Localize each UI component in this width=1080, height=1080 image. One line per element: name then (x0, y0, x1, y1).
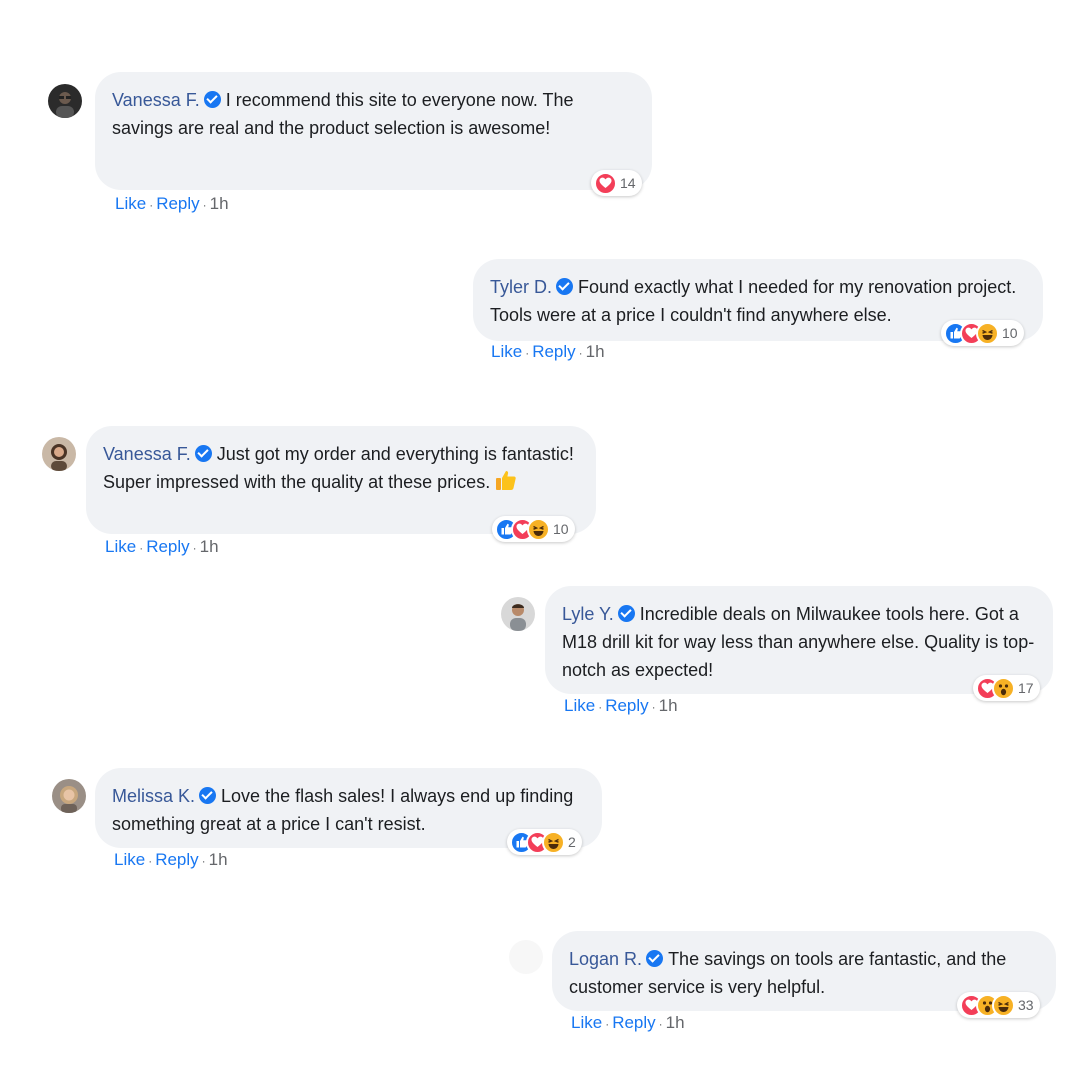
timestamp[interactable]: 1h (200, 537, 219, 556)
like-link[interactable]: Like (564, 696, 595, 715)
like-link[interactable]: Like (114, 850, 145, 869)
reaction-count: 33 (1018, 997, 1034, 1013)
reply-link[interactable]: Reply (532, 342, 575, 361)
like-link[interactable]: Like (571, 1013, 602, 1032)
author-name[interactable]: Lyle Y. (562, 604, 614, 624)
reaction-summary[interactable]: 17 (973, 675, 1040, 701)
timestamp[interactable]: 1h (659, 696, 678, 715)
reaction-summary[interactable]: 10 (941, 320, 1024, 346)
timestamp[interactable]: 1h (209, 850, 228, 869)
avatar[interactable] (52, 779, 86, 813)
reply-link[interactable]: Reply (605, 696, 648, 715)
comment-actions: Like · Reply · 1h (115, 194, 229, 213)
reaction-count: 10 (553, 521, 569, 537)
verified-badge-icon (646, 950, 664, 967)
avatar[interactable] (48, 84, 82, 118)
haha-reaction-icon (992, 993, 1015, 1017)
reaction-count: 2 (568, 834, 576, 850)
comment-actions: Like · Reply · 1h (564, 696, 678, 715)
comment-bubble: Vanessa F. I recommend this site to every… (95, 72, 652, 190)
author-name[interactable]: Tyler D. (490, 277, 552, 297)
verified-badge-icon (556, 278, 574, 295)
reply-link[interactable]: Reply (156, 194, 199, 213)
comment-actions: Like · Reply · 1h (114, 850, 228, 869)
reaction-count: 14 (620, 175, 636, 191)
avatar[interactable] (509, 940, 543, 974)
verified-badge-icon (203, 91, 221, 108)
timestamp[interactable]: 1h (210, 194, 229, 213)
reaction-summary[interactable]: 33 (957, 992, 1040, 1018)
like-link[interactable]: Like (491, 342, 522, 361)
author-name[interactable]: Melissa K. (112, 786, 195, 806)
like-link[interactable]: Like (105, 537, 136, 556)
author-name[interactable]: Logan R. (569, 949, 642, 969)
reaction-summary[interactable]: 2 (507, 829, 582, 855)
reply-link[interactable]: Reply (155, 850, 198, 869)
thumbs-up-emoji-icon (495, 469, 517, 499)
timestamp[interactable]: 1h (586, 342, 605, 361)
avatar[interactable] (42, 437, 76, 471)
reaction-summary[interactable]: 14 (591, 170, 642, 196)
verified-badge-icon (194, 445, 212, 462)
comment-actions: Like · Reply · 1h (571, 1013, 685, 1032)
haha-reaction-icon (976, 321, 999, 345)
reaction-count: 10 (1002, 325, 1018, 341)
reaction-summary[interactable]: 10 (492, 516, 575, 542)
author-name[interactable]: Vanessa F. (103, 444, 191, 464)
reply-link[interactable]: Reply (146, 537, 189, 556)
comment-actions: Like · Reply · 1h (105, 537, 219, 556)
verified-badge-icon (617, 605, 635, 622)
comment-actions: Like · Reply · 1h (491, 342, 605, 361)
like-link[interactable]: Like (115, 194, 146, 213)
avatar[interactable] (501, 597, 535, 631)
reply-link[interactable]: Reply (612, 1013, 655, 1032)
verified-badge-icon (199, 787, 217, 804)
reaction-count: 17 (1018, 680, 1034, 696)
haha-reaction-icon (542, 830, 565, 854)
wow-reaction-icon (992, 676, 1015, 700)
author-name[interactable]: Vanessa F. (112, 90, 200, 110)
timestamp[interactable]: 1h (666, 1013, 685, 1032)
love-reaction-icon (594, 171, 617, 195)
haha-reaction-icon (527, 517, 550, 541)
